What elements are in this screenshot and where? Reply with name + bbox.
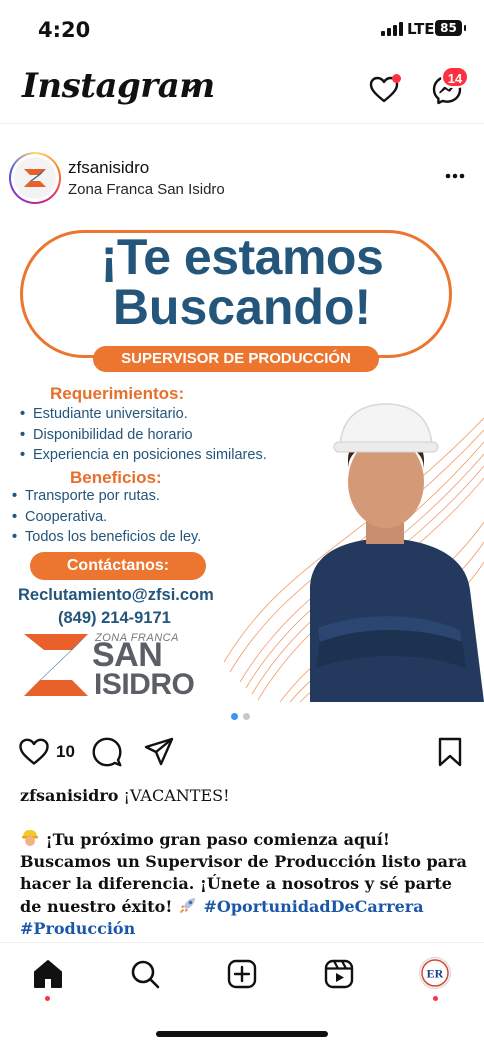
more-options-icon[interactable] <box>440 166 470 186</box>
home-icon[interactable] <box>31 957 65 991</box>
benefits-title: Beneficios: <box>70 468 162 487</box>
profile-initials: ER <box>427 967 444 981</box>
network-label: LTE <box>407 20 435 38</box>
post-location[interactable]: Zona Franca San Isidro <box>68 181 225 198</box>
list-item: Estudiante universitario. <box>20 404 267 425</box>
like-icon[interactable] <box>18 736 50 768</box>
construction-worker-icon <box>22 830 38 846</box>
post-actions: 10 <box>0 730 484 774</box>
hashtag-link[interactable]: #Producción <box>20 919 135 938</box>
profile-logo-icon: ER <box>421 959 449 987</box>
position-title: SUPERVISOR DE PRODUCCIÓN <box>93 346 379 372</box>
battery-icon: 85 <box>435 20 466 36</box>
reels-icon[interactable] <box>322 957 356 991</box>
zona-franca-logo-icon <box>24 634 88 696</box>
contact-email: Reclutamiento@zfsi.com <box>18 586 214 604</box>
search-icon[interactable] <box>128 957 162 991</box>
list-item: Disponibilidad de horario <box>20 425 267 446</box>
create-icon[interactable] <box>225 957 259 991</box>
post-header: zfsanisidro Zona Franca San Isidro <box>0 142 484 220</box>
caption-username[interactable]: zfsanisidro <box>20 786 118 805</box>
benefits-list: Transporte por rutas. Cooperativa. Todos… <box>12 486 201 548</box>
brand-name-line-2: ISIDRO <box>94 668 195 701</box>
engineer-photo <box>310 403 484 702</box>
list-item: Todos los beneficios de ley. <box>12 527 201 548</box>
caption-heading: ¡VACANTES! <box>123 786 230 805</box>
requirements-title: Requerimientos: <box>50 384 185 403</box>
hashtag-link[interactable]: #OportunidadDeCarrera <box>204 897 424 916</box>
brand-name-line-1: SAN <box>92 636 163 674</box>
comment-icon[interactable] <box>91 736 123 768</box>
messages-badge: 14 <box>441 66 469 88</box>
avatar[interactable] <box>9 152 61 204</box>
home-indicator <box>156 1031 328 1037</box>
caption-title: zfsanisidro ¡VACANTES! <box>20 786 230 805</box>
save-icon[interactable] <box>434 736 466 768</box>
bottom-nav: ER <box>0 942 484 1022</box>
home-activity-dot <box>45 996 50 1001</box>
carousel-dots <box>231 713 255 721</box>
rocket-icon <box>179 898 195 914</box>
profile-avatar[interactable]: ER <box>419 957 451 989</box>
brand-logo-icon <box>14 157 56 199</box>
list-item: Transporte por rutas. <box>12 486 201 507</box>
contact-phone: (849) 214-9171 <box>58 609 171 627</box>
profile-activity-dot <box>433 996 438 1001</box>
post-username[interactable]: zfsanisidro <box>68 158 149 178</box>
chevron-down-icon[interactable] <box>183 82 197 96</box>
status-bar: 4:20 LTE 85 <box>0 0 484 58</box>
post-image[interactable]: ¡Te estamos Buscando! SUPERVISOR DE PROD… <box>0 212 484 702</box>
list-item: Experiencia en posiciones similares. <box>20 445 267 466</box>
contact-title: Contáctanos: <box>30 552 206 580</box>
caption-body: ¡Tu próximo gran paso comienza aquí! Bus… <box>20 828 468 940</box>
list-item: Cooperativa. <box>12 507 201 528</box>
notification-dot <box>392 74 401 83</box>
status-time: 4:20 <box>38 18 91 42</box>
app-header: Instagram 14 <box>0 58 484 124</box>
share-icon[interactable] <box>143 736 175 768</box>
carousel-dot <box>243 713 250 720</box>
carousel-dot-active <box>231 713 238 720</box>
signal-icon <box>381 22 403 36</box>
headline-line-2: Buscando! <box>112 279 372 335</box>
requirements-list: Estudiante universitario. Disponibilidad… <box>20 404 267 466</box>
like-count[interactable]: 10 <box>56 742 75 762</box>
